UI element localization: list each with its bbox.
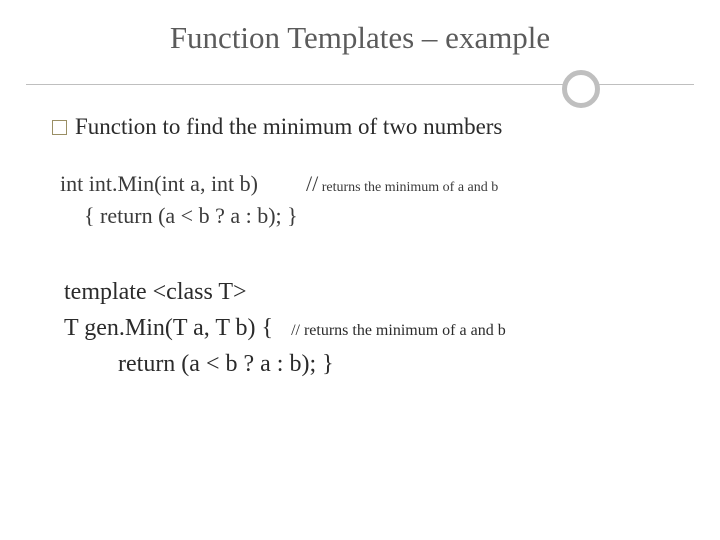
code-text: T gen.Min(T a, T b) { — [64, 310, 273, 346]
circle-decor-icon — [562, 70, 600, 108]
slide-title: Function Templates – example — [0, 0, 720, 56]
code-line: T gen.Min(T a, T b) { // returns the min… — [64, 310, 668, 346]
code-line: template <class T> — [64, 274, 668, 310]
bullet-text: Function to find the minimum of two numb… — [75, 114, 502, 140]
code-comment: // returns the minimum of a and b — [291, 319, 506, 343]
slide: Function Templates – example Function to… — [0, 0, 720, 540]
code-line: int int.Min(int a, int b) // returns the… — [60, 168, 668, 200]
bullet-item: Function to find the minimum of two numb… — [52, 114, 668, 140]
code-comment: // returns the minimum of a and b — [306, 168, 498, 200]
code-line: return (a < b ? a : b); } — [64, 346, 668, 382]
code-text: int int.Min(int a, int b) — [60, 168, 258, 200]
square-bullet-icon — [52, 120, 67, 135]
comment-slashes: // — [306, 171, 318, 196]
slide-body: Function to find the minimum of two numb… — [0, 102, 720, 382]
comment-text: returns the minimum of a and b — [318, 180, 498, 195]
code-line: { return (a < b ? a : b); } — [60, 200, 668, 232]
code-block-template: template <class T> T gen.Min(T a, T b) {… — [64, 274, 668, 382]
code-block-int: int int.Min(int a, int b) // returns the… — [60, 168, 668, 232]
title-divider — [0, 70, 720, 102]
